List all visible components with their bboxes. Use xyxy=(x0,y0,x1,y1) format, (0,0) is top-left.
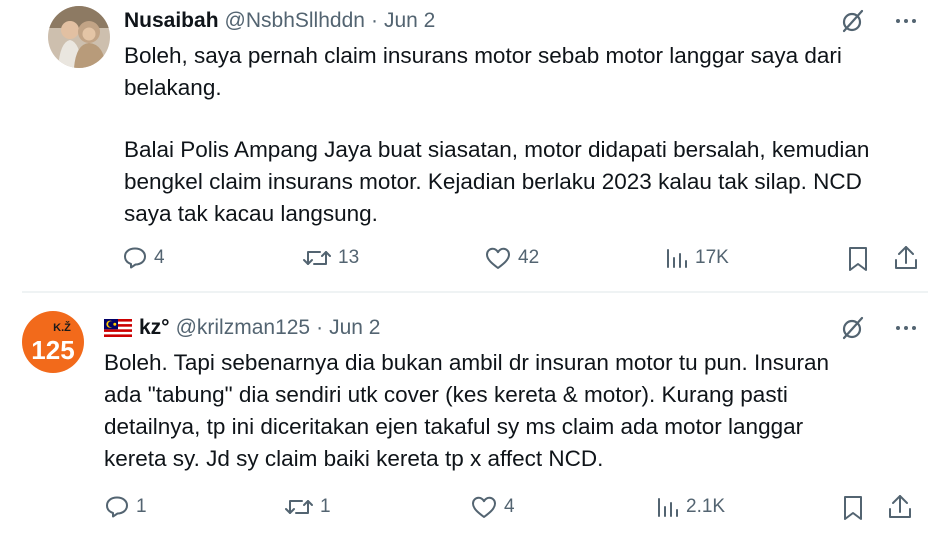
avatar[interactable] xyxy=(48,6,110,68)
reply-icon xyxy=(124,247,146,269)
tweet-line: saya tak kacau langsung. xyxy=(124,201,378,226)
reply-button[interactable]: 1 xyxy=(104,494,147,520)
tweet-line: bengkel claim insurans motor. Kejadian b… xyxy=(124,169,862,194)
tweet-line: Boleh, saya pernah claim insurans motor … xyxy=(124,43,842,68)
more-icon[interactable] xyxy=(888,6,924,36)
tweet-line: belakang. xyxy=(124,75,222,100)
separator-dot: · xyxy=(316,316,324,339)
like-count: 42 xyxy=(518,247,540,268)
author-name[interactable]: Nusaibah xyxy=(124,9,219,33)
grok-icon[interactable] xyxy=(838,6,868,36)
like-button[interactable]: 4 xyxy=(470,494,515,520)
repost-button[interactable]: 13 xyxy=(302,245,359,271)
repost-count: 13 xyxy=(338,247,360,268)
tweet-line: Boleh. Tapi sebenarnya dia bukan ambil d… xyxy=(104,350,830,375)
reply-button[interactable]: 4 xyxy=(122,245,165,271)
like-icon xyxy=(486,247,510,269)
repost-button[interactable]: 1 xyxy=(284,494,331,520)
views-icon xyxy=(658,498,678,517)
malaysia-flag-icon xyxy=(104,319,132,337)
tweet-date[interactable]: Jun 2 xyxy=(329,316,380,340)
views-icon xyxy=(667,249,687,268)
avatar-label-main: 125 xyxy=(31,335,74,365)
reply-count: 1 xyxy=(136,496,147,517)
more-icon[interactable] xyxy=(888,313,924,343)
tweet-header: Nusaibah @NsbhSllhddn · Jun 2 xyxy=(124,8,435,34)
author-name[interactable]: kz° xyxy=(139,316,170,340)
share-icon[interactable] xyxy=(886,492,914,522)
tweet-line: detailnya, tp ini diceritakan ejen takaf… xyxy=(104,414,804,439)
repost-icon xyxy=(285,500,313,514)
tweet-text: Boleh, saya pernah claim insurans motor … xyxy=(124,40,869,230)
views-button[interactable]: 2.1K xyxy=(656,494,725,520)
like-count: 4 xyxy=(504,496,515,517)
tweet-date[interactable]: Jun 2 xyxy=(384,9,435,33)
reply-icon xyxy=(106,496,128,518)
tweet-top-actions xyxy=(838,313,928,343)
tweet-top-actions xyxy=(838,6,928,36)
avatar-label-top: K.Ž xyxy=(53,321,71,334)
like-button[interactable]: 42 xyxy=(484,245,539,271)
avatar[interactable]: K.Ž 125 xyxy=(22,311,84,373)
tweet-line: kereta sy. Jd sy claim baiki kereta tp x… xyxy=(104,446,604,471)
tweet-text: Boleh. Tapi sebenarnya dia bukan ambil d… xyxy=(104,347,829,475)
views-count: 2.1K xyxy=(686,496,726,517)
views-button[interactable]: 17K xyxy=(665,245,729,271)
tweet-line: ada "tabung" dia sendiri utk cover (kes … xyxy=(104,382,788,407)
share-icon[interactable] xyxy=(892,243,920,273)
reply-count: 4 xyxy=(154,247,165,268)
tweet[interactable]: Nusaibah @NsbhSllhddn · Jun 2 Boleh, say… xyxy=(0,0,928,292)
bookmark-icon[interactable] xyxy=(846,245,870,273)
author-handle[interactable]: @krilzman125 xyxy=(176,316,311,340)
repost-count: 1 xyxy=(320,496,331,517)
tweet-line: Balai Polis Ampang Jaya buat siasatan, m… xyxy=(124,137,870,162)
separator-dot: · xyxy=(370,9,378,32)
tweet-header: kz° @krilzman125 · Jun 2 xyxy=(104,315,380,341)
tweet[interactable]: K.Ž 125 kz° @krilzman125 · Jun 2 Boleh. … xyxy=(0,293,928,541)
author-handle[interactable]: @NsbhSllhddn xyxy=(225,9,365,33)
views-count: 17K xyxy=(695,247,729,268)
bookmark-icon[interactable] xyxy=(841,494,865,522)
grok-icon[interactable] xyxy=(838,313,868,343)
repost-icon xyxy=(303,251,331,265)
like-icon xyxy=(472,496,496,518)
